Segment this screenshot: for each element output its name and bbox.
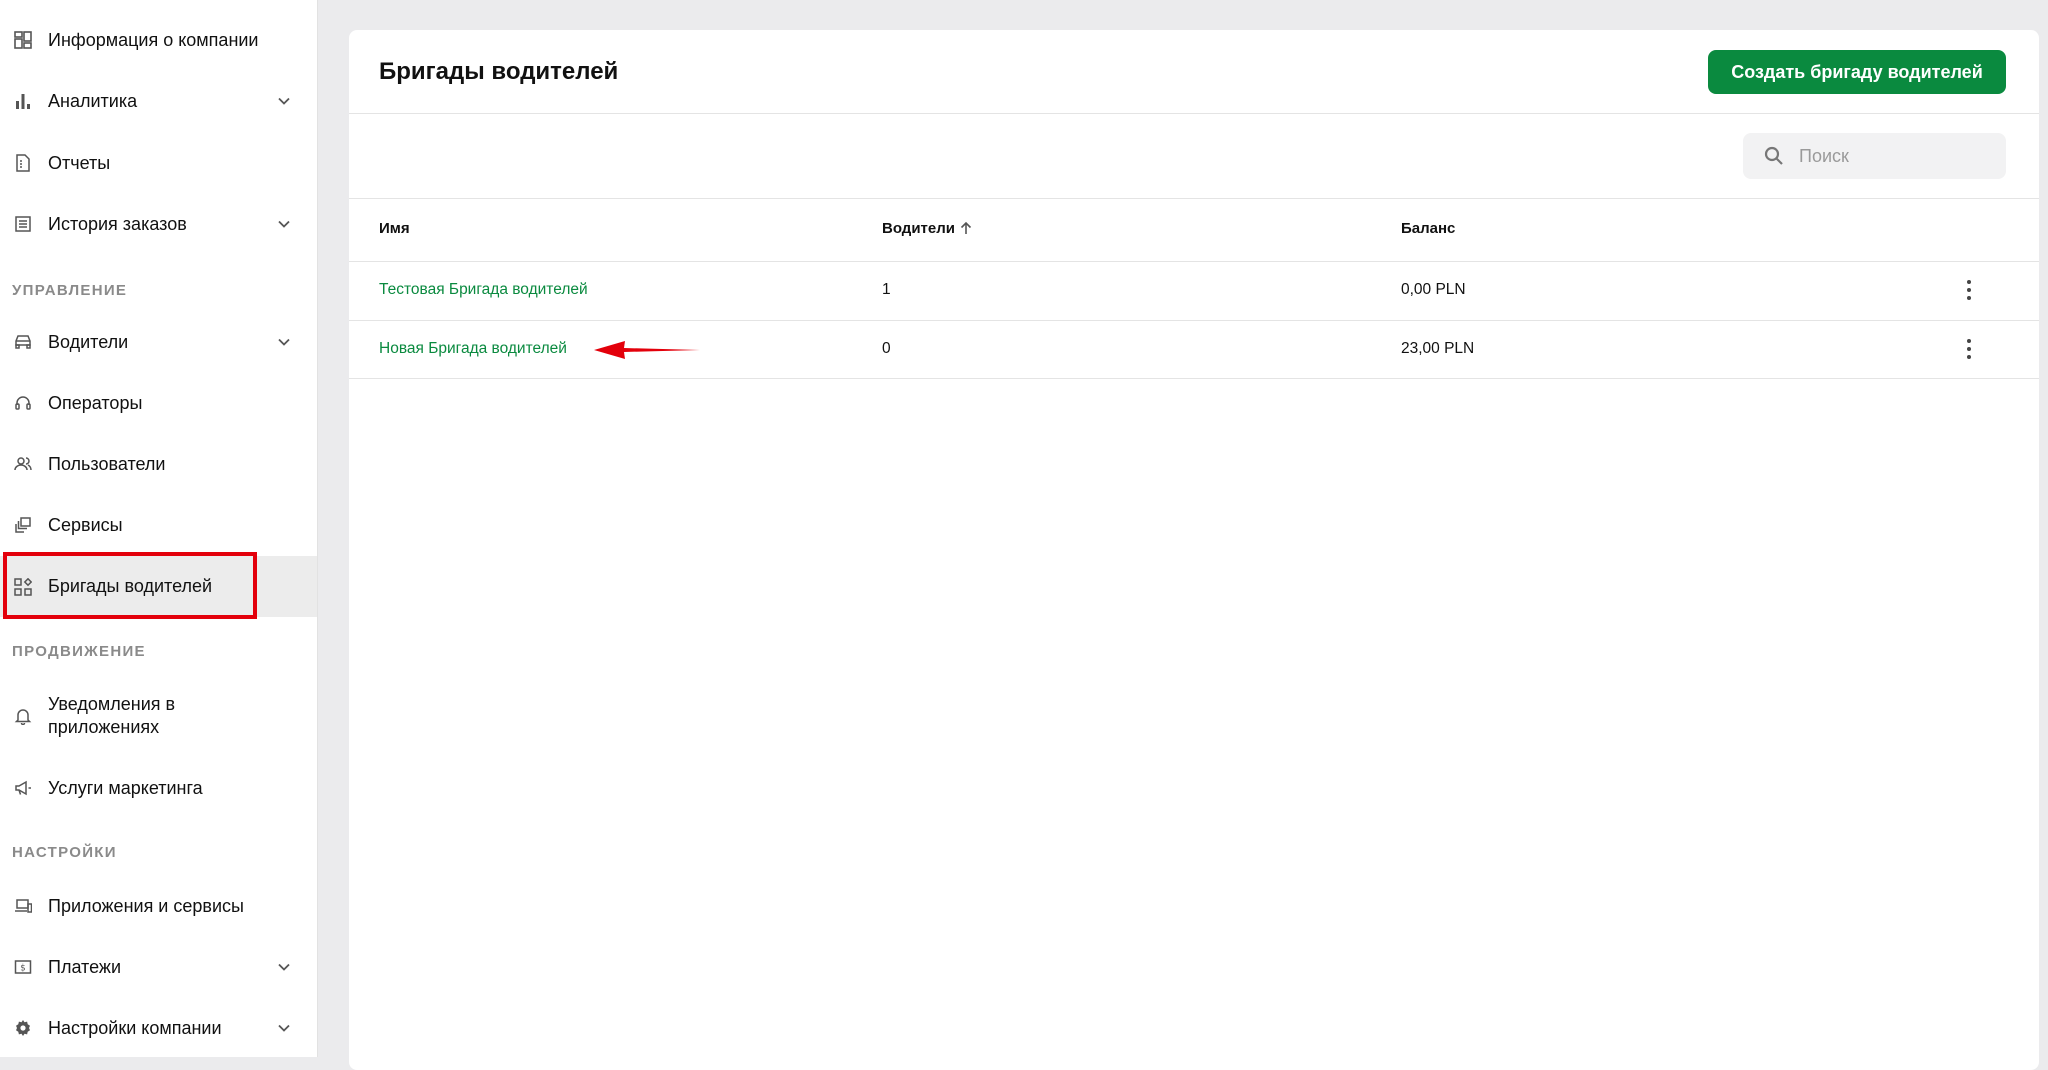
bell-icon [12,705,34,727]
dashboard-grid-icon [12,29,34,51]
annotation-arrow [594,341,700,359]
sidebar-item-label: Информация о компании [48,29,259,50]
divider [349,113,2039,114]
sidebar-item-label: История заказов [48,213,187,234]
column-header-name[interactable]: Имя [379,220,410,237]
sidebar-item-label: Услуги маркетинга [48,777,203,798]
chevron-down-icon[interactable] [277,217,291,231]
sidebar-item-label: Сервисы [48,514,123,535]
more-vertical-icon[interactable] [1963,280,1975,302]
drivers-count: 1 [882,281,891,298]
sidebar-item-payments[interactable]: $ Платежи [0,954,317,980]
sidebar-item-label: Пользователи [48,453,166,474]
devices-icon [12,895,34,917]
sidebar-item-company-settings[interactable]: Настройки компании [0,1015,317,1041]
sidebar-item-marketing-services[interactable]: Услуги маркетинга [0,775,317,801]
sidebar-item-label: Приложения и сервисы [48,895,244,916]
list-document-icon [12,213,34,235]
search-input[interactable] [1797,144,1981,168]
sidebar-item-apps-and-services[interactable]: Приложения и сервисы [0,893,317,919]
sidebar-item-order-history[interactable]: История заказов [0,211,317,237]
search-icon [1764,146,1783,165]
divider [349,198,2039,199]
sidebar-item-label: Водители [48,331,129,352]
arrow-up-sort-icon[interactable] [959,221,973,235]
sidebar-item-services[interactable]: Сервисы [0,512,317,538]
chevron-down-icon[interactable] [277,1021,291,1035]
sidebar-item-analytics[interactable]: Аналитика [0,88,317,114]
section-title-promotion: ПРОДВИЖЕНИЕ [12,643,146,660]
sidebar-item-drivers[interactable]: Водители [0,329,317,355]
column-header-label: Водители [882,220,955,237]
page-title: Бригады водителей [379,58,619,85]
sidebar-item-reports[interactable]: Отчеты [0,150,317,176]
sidebar-item-label: Платежи [48,956,122,977]
sidebar-item-label: Аналитика [48,90,138,111]
more-vertical-icon[interactable] [1963,339,1975,361]
sidebar-item-label: Уведомления в приложениях [48,694,176,737]
column-header-label: Имя [379,220,410,237]
section-title-settings: НАСТРОЙКИ [12,844,117,861]
drivers-count: 0 [882,340,891,357]
sidebar-item-label: Отчеты [48,152,111,173]
report-document-icon [12,152,34,174]
brigade-name-link[interactable]: Тестовая Бригада водителей [379,281,588,299]
chevron-down-icon[interactable] [277,335,291,349]
divider [349,261,2039,262]
search-box[interactable] [1743,133,2006,179]
column-header-balance[interactable]: Баланс [1401,220,1455,237]
column-header-label: Баланс [1401,220,1456,237]
balance-value: 23,00 PLN [1401,340,1475,357]
chevron-down-icon[interactable] [277,960,291,974]
create-brigade-button[interactable]: Создать бригаду водителей [1708,50,2006,94]
brigade-name-link[interactable]: Новая Бригада водителей [379,340,567,358]
gear-icon [12,1017,34,1039]
sidebar-item-label: Настройки компании [48,1017,222,1038]
balance-value: 0,00 PLN [1401,281,1466,298]
main-panel: Бригады водителей Создать бригаду водите… [349,30,2039,1070]
annotation-highlight-box [3,552,257,619]
sidebar-item-label: Операторы [48,392,143,413]
svg-text:$: $ [20,964,25,974]
car-icon [12,331,34,353]
money-icon: $ [12,956,34,978]
users-icon [12,453,34,475]
megaphone-icon [12,777,34,799]
sidebar-item-users[interactable]: Пользователи [0,451,317,477]
sidebar-item-app-notifications[interactable]: Уведомления в приложениях [0,692,317,740]
divider [349,320,2039,321]
bar-chart-icon [12,90,34,112]
column-header-drivers[interactable]: Водители [882,220,973,237]
sidebar: Информация о компании Аналитика Отчеты И… [0,0,318,1057]
stacked-windows-icon [12,514,34,536]
sidebar-item-operators[interactable]: Операторы [0,390,317,416]
headset-icon [12,392,34,414]
section-title-management: УПРАВЛЕНИЕ [12,282,128,299]
sidebar-item-company-info[interactable]: Информация о компании [0,27,317,53]
chevron-down-icon[interactable] [277,94,291,108]
divider [349,378,2039,379]
